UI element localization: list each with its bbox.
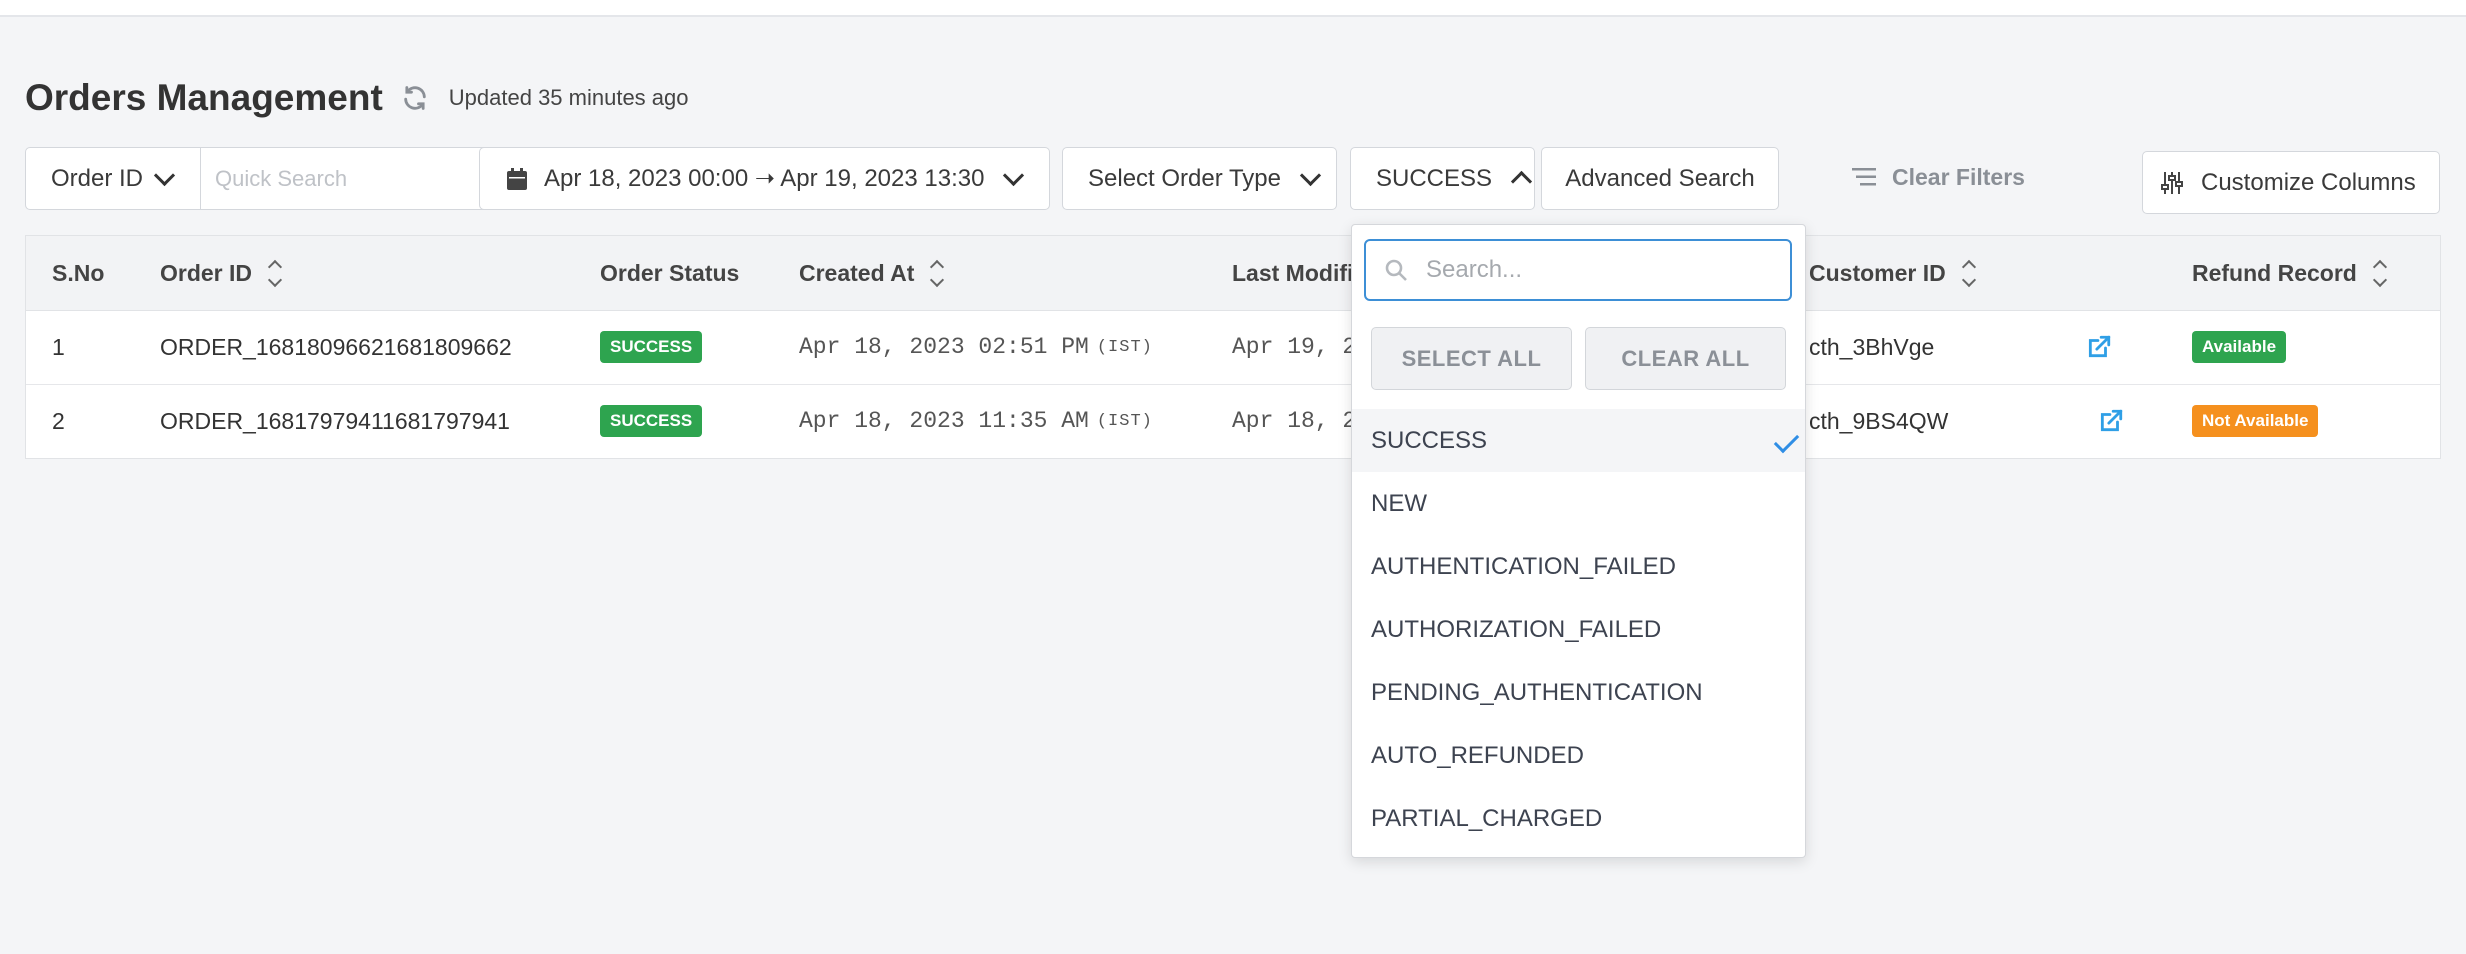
status-badge: SUCCESS <box>600 331 703 363</box>
option-partial-charged[interactable]: PARTIAL_CHARGED <box>1352 787 1805 850</box>
status-select-label: SUCCESS <box>1376 164 1493 192</box>
checkmark-icon <box>1773 427 1800 454</box>
cell-order-status: SUCCESS <box>600 310 703 384</box>
column-header-created-at[interactable]: Created At <box>799 236 945 310</box>
column-header-order-id[interactable]: Order ID <box>160 236 283 310</box>
page-title: Orders Management <box>25 77 383 118</box>
calendar-icon <box>507 167 527 190</box>
option-success[interactable]: SUCCESS <box>1352 409 1805 472</box>
option-authentication-failed[interactable]: AUTHENTICATION_FAILED <box>1352 535 1805 598</box>
customize-columns-label: Customize Columns <box>2201 168 2416 196</box>
chevron-down-icon <box>1299 164 1322 187</box>
column-header-last-modified: Last Modifi <box>1232 259 1354 286</box>
date-range-picker[interactable]: Apr 18, 2023 00:00 ➝ Apr 19, 2023 13:30 <box>479 147 1050 210</box>
table-header: S.No Order ID Order Status Created At La… <box>26 236 2440 311</box>
chevron-down-icon <box>153 164 176 187</box>
external-link-icon[interactable] <box>2086 310 2112 384</box>
search-icon <box>1385 259 1407 281</box>
option-new[interactable]: NEW <box>1352 472 1805 535</box>
cell-order-id[interactable]: ORDER_16817979411681797941 <box>160 384 510 458</box>
cell-customer-id[interactable]: cth_9BS4QW <box>1809 384 1948 458</box>
column-header-order-status: Order Status <box>600 259 740 286</box>
chevron-up-icon <box>1510 170 1533 193</box>
customize-columns-button[interactable]: Customize Columns <box>2142 151 2440 214</box>
refund-badge: Not Available <box>2192 405 2319 437</box>
date-range-label: Apr 18, 2023 00:00 ➝ Apr 19, 2023 13:30 <box>544 165 985 192</box>
select-all-button[interactable]: SELECT ALL <box>1371 327 1572 390</box>
dropdown-search-input[interactable] <box>1424 255 1758 285</box>
sort-icon[interactable] <box>1961 259 1976 287</box>
sort-icon[interactable] <box>2372 259 2387 287</box>
sort-icon[interactable] <box>930 259 945 287</box>
orders-table: S.No Order ID Order Status Created At La… <box>25 235 2441 459</box>
option-auto-refunded[interactable]: AUTO_REFUNDED <box>1352 724 1805 787</box>
option-authorization-failed[interactable]: AUTHORIZATION_FAILED <box>1352 598 1805 661</box>
dropdown-search-field[interactable] <box>1364 239 1792 301</box>
sliders-icon <box>2161 171 2183 194</box>
search-type-label: Order ID <box>51 164 144 192</box>
refresh-icon[interactable] <box>401 83 431 113</box>
clear-filters-button[interactable]: Clear Filters <box>1852 157 2025 197</box>
cell-created-at: Apr 18, 2023 11:35 AM (IST) <box>799 408 1153 434</box>
column-header-customer-id[interactable]: Customer ID <box>1809 236 1976 310</box>
advanced-search-button[interactable]: Advanced Search <box>1541 147 1779 210</box>
cell-refund-record: Available <box>2192 310 2287 384</box>
filter-lines-icon <box>1852 168 1876 186</box>
page-header: Orders Management Updated 35 minutes ago <box>25 72 689 124</box>
cell-customer-id[interactable]: cth_3BhVge <box>1809 310 1934 384</box>
cell-sno: 2 <box>52 407 65 434</box>
cell-last-modified: Apr 18, 2 <box>1232 408 1357 434</box>
cell-created-at: Apr 18, 2023 02:51 PM (IST) <box>799 334 1153 360</box>
quick-search-group: Order ID <box>25 147 511 210</box>
refund-badge: Available <box>2192 331 2287 363</box>
column-header-refund-record[interactable]: Refund Record <box>2192 236 2387 310</box>
option-pending-authentication[interactable]: PENDING_AUTHENTICATION <box>1352 661 1805 724</box>
quick-search-input[interactable] <box>201 164 507 193</box>
cell-order-id[interactable]: ORDER_16818096621681809662 <box>160 310 512 384</box>
table-row[interactable]: 2 ORDER_16817979411681797941 SUCCESS Apr… <box>26 384 2440 458</box>
sort-icon[interactable] <box>267 259 283 287</box>
cell-refund-record: Not Available <box>2192 384 2319 458</box>
external-link-icon[interactable] <box>2098 384 2124 458</box>
clear-all-button[interactable]: CLEAR ALL <box>1585 327 1786 390</box>
advanced-search-label: Advanced Search <box>1565 164 1755 192</box>
search-type-select[interactable]: Order ID <box>26 148 201 209</box>
status-badge: SUCCESS <box>600 405 703 437</box>
top-bar <box>0 0 2466 17</box>
table-row[interactable]: 1 ORDER_16818096621681809662 SUCCESS Apr… <box>26 310 2440 385</box>
cell-sno: 1 <box>52 333 65 360</box>
updated-timestamp: Updated 35 minutes ago <box>448 85 689 110</box>
order-type-select[interactable]: Select Order Type <box>1062 147 1337 210</box>
clear-filters-label: Clear Filters <box>1892 163 2025 190</box>
order-type-label: Select Order Type <box>1088 164 1281 192</box>
status-select[interactable]: SUCCESS <box>1350 147 1535 210</box>
status-dropdown-menu: SELECT ALL CLEAR ALL SUCCESS NEW AUTHENT… <box>1351 224 1806 858</box>
chevron-down-icon <box>1003 164 1025 187</box>
cell-last-modified: Apr 19, 2 <box>1232 334 1357 360</box>
column-header-sno: S.No <box>52 259 105 286</box>
cell-order-status: SUCCESS <box>600 384 703 458</box>
